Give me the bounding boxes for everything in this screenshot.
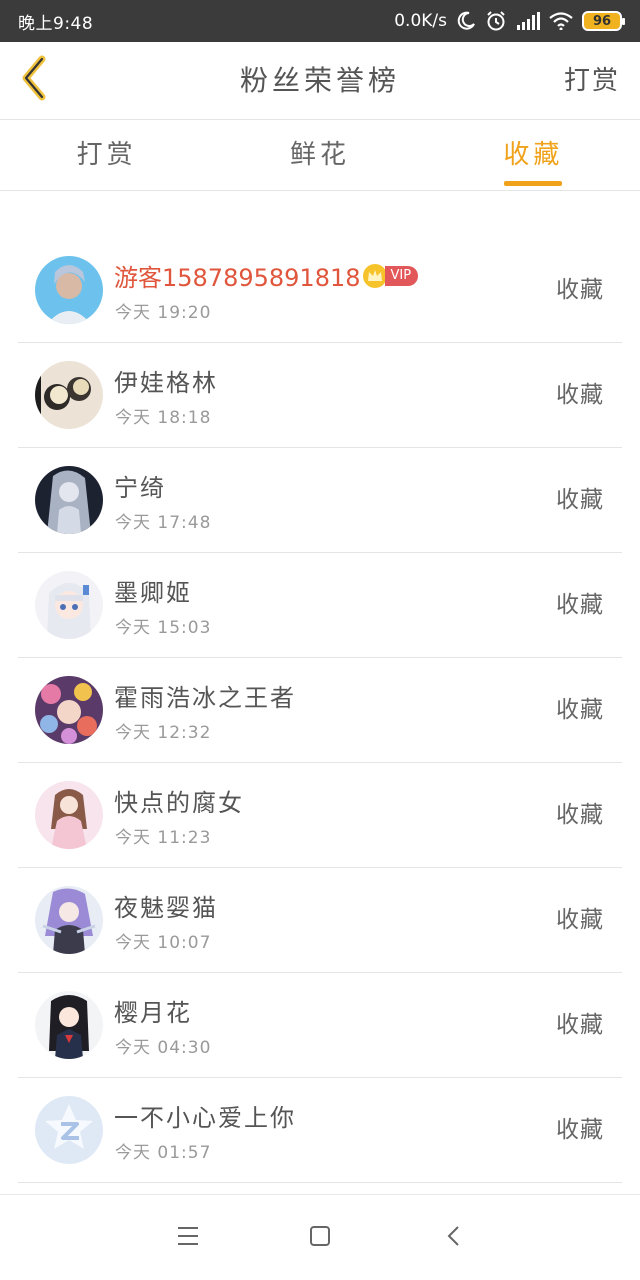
avatar[interactable] [35, 466, 103, 534]
list-item[interactable]: 夜魅婴猫 今天 10:07 收藏 [18, 868, 622, 973]
action-label: 收藏 [556, 382, 604, 408]
list-item[interactable]: 樱月花 今天 04:30 收藏 [18, 973, 622, 1078]
name-line: 游客15878958918​18 VIP [114, 258, 419, 293]
net-speed: 0.0K/s [394, 11, 447, 31]
list-item[interactable]: 宁绮 今天 17:48 收藏 [18, 448, 622, 553]
action-label: 收藏 [556, 592, 604, 618]
user-name: 快点的腐女 [114, 789, 244, 817]
vip-badge: VIP [384, 265, 419, 286]
timestamp: 今天 01:57 [115, 1143, 212, 1163]
list-item[interactable]: 一不小心爱上你 今天 01:57 收藏 [18, 1078, 622, 1183]
user-name: 夜魅婴猫 [114, 894, 218, 922]
action-label: 收藏 [556, 697, 604, 723]
list-item[interactable]: 快点的腐女 今天 11:23 收藏 [18, 763, 622, 868]
tab-collect[interactable]: 收藏 [427, 121, 640, 190]
name-line: 伊娃格林 [114, 363, 218, 398]
reward-button[interactable]: 打赏 [564, 42, 620, 120]
page-title: 粉丝荣誉榜 [239, 64, 400, 97]
timestamp: 今天 19:20 [115, 303, 212, 323]
back-nav-button[interactable] [436, 1220, 472, 1256]
action-label: 收藏 [556, 487, 604, 513]
action-label: 收藏 [556, 277, 604, 303]
timestamp: 今天 18:18 [115, 408, 212, 428]
chevron-left-icon [18, 55, 50, 105]
avatar[interactable] [35, 991, 103, 1059]
back-button[interactable] [14, 55, 54, 105]
user-name: 霍雨浩冰之王者 [114, 684, 296, 712]
alarm-icon [485, 10, 507, 32]
avatar[interactable] [35, 571, 103, 639]
action-label: 收藏 [556, 1012, 604, 1038]
tab-reward[interactable]: 打赏 [0, 121, 213, 190]
name-line: 快点的腐女 [114, 783, 244, 818]
timestamp: 今天 15:03 [115, 618, 212, 638]
avatar[interactable] [35, 676, 103, 744]
list-item[interactable]: 霍雨浩冰之王者 今天 12:32 收藏 [18, 658, 622, 763]
signal-icon [516, 12, 540, 30]
moon-icon [456, 11, 476, 31]
name-line: 夜魅婴猫 [114, 888, 218, 923]
status-icons: 0.0K/s 96 [394, 10, 625, 32]
wifi-icon [549, 12, 573, 30]
user-name: 一不小心爱上你 [114, 1104, 296, 1132]
name-line: 一不小心爱上你 [114, 1098, 296, 1133]
avatar[interactable] [35, 1096, 103, 1164]
fan-list: 游客15878958918​18 VIP 今天 19:20 收藏 伊娃格林 今天… [18, 238, 622, 1183]
timestamp: 今天 12:32 [115, 723, 212, 743]
timestamp: 今天 10:07 [115, 933, 212, 953]
name-line: 樱月花 [114, 993, 192, 1028]
avatar[interactable] [35, 361, 103, 429]
list-item[interactable]: 游客15878958918​18 VIP 今天 19:20 收藏 [18, 238, 622, 343]
crown-icon [362, 263, 387, 288]
timestamp: 今天 17:48 [115, 513, 212, 533]
user-name: 伊娃格林 [114, 369, 218, 397]
list-item[interactable]: 伊娃格林 今天 18:18 收藏 [18, 343, 622, 448]
action-label: 收藏 [556, 907, 604, 933]
user-name: 游客15878958918​18 [114, 264, 361, 292]
status-bar: 晚上9:48 0.0K/s 96 [0, 0, 640, 42]
avatar[interactable] [35, 886, 103, 954]
chevron-left-icon [444, 1224, 464, 1252]
timestamp: 今天 11:23 [115, 828, 212, 848]
tab-bar: 打赏 鲜花 收藏 [0, 121, 640, 191]
status-time: 晚上9:48 [18, 13, 94, 34]
list-item[interactable]: 墨卿姬 今天 15:03 收藏 [18, 553, 622, 658]
home-icon [308, 1224, 332, 1252]
timestamp: 今天 04:30 [115, 1038, 212, 1058]
menu-button[interactable] [170, 1220, 206, 1256]
battery-icon: 96 [582, 11, 625, 31]
menu-icon [176, 1225, 200, 1251]
home-button[interactable] [302, 1220, 338, 1256]
name-line: 墨卿姬 [114, 573, 192, 608]
avatar[interactable] [35, 256, 103, 324]
name-line: 宁绮 [114, 468, 166, 503]
user-name: 樱月花 [114, 999, 192, 1027]
header: 粉丝荣誉榜 打赏 [0, 42, 640, 120]
user-name: 墨卿姬 [114, 579, 192, 607]
system-nav-bar [0, 1194, 640, 1280]
action-label: 收藏 [556, 1117, 604, 1143]
action-label: 收藏 [556, 802, 604, 828]
name-line: 霍雨浩冰之王者 [114, 678, 296, 713]
tab-flowers[interactable]: 鲜花 [213, 121, 426, 190]
avatar[interactable] [35, 781, 103, 849]
user-name: 宁绮 [114, 474, 166, 502]
